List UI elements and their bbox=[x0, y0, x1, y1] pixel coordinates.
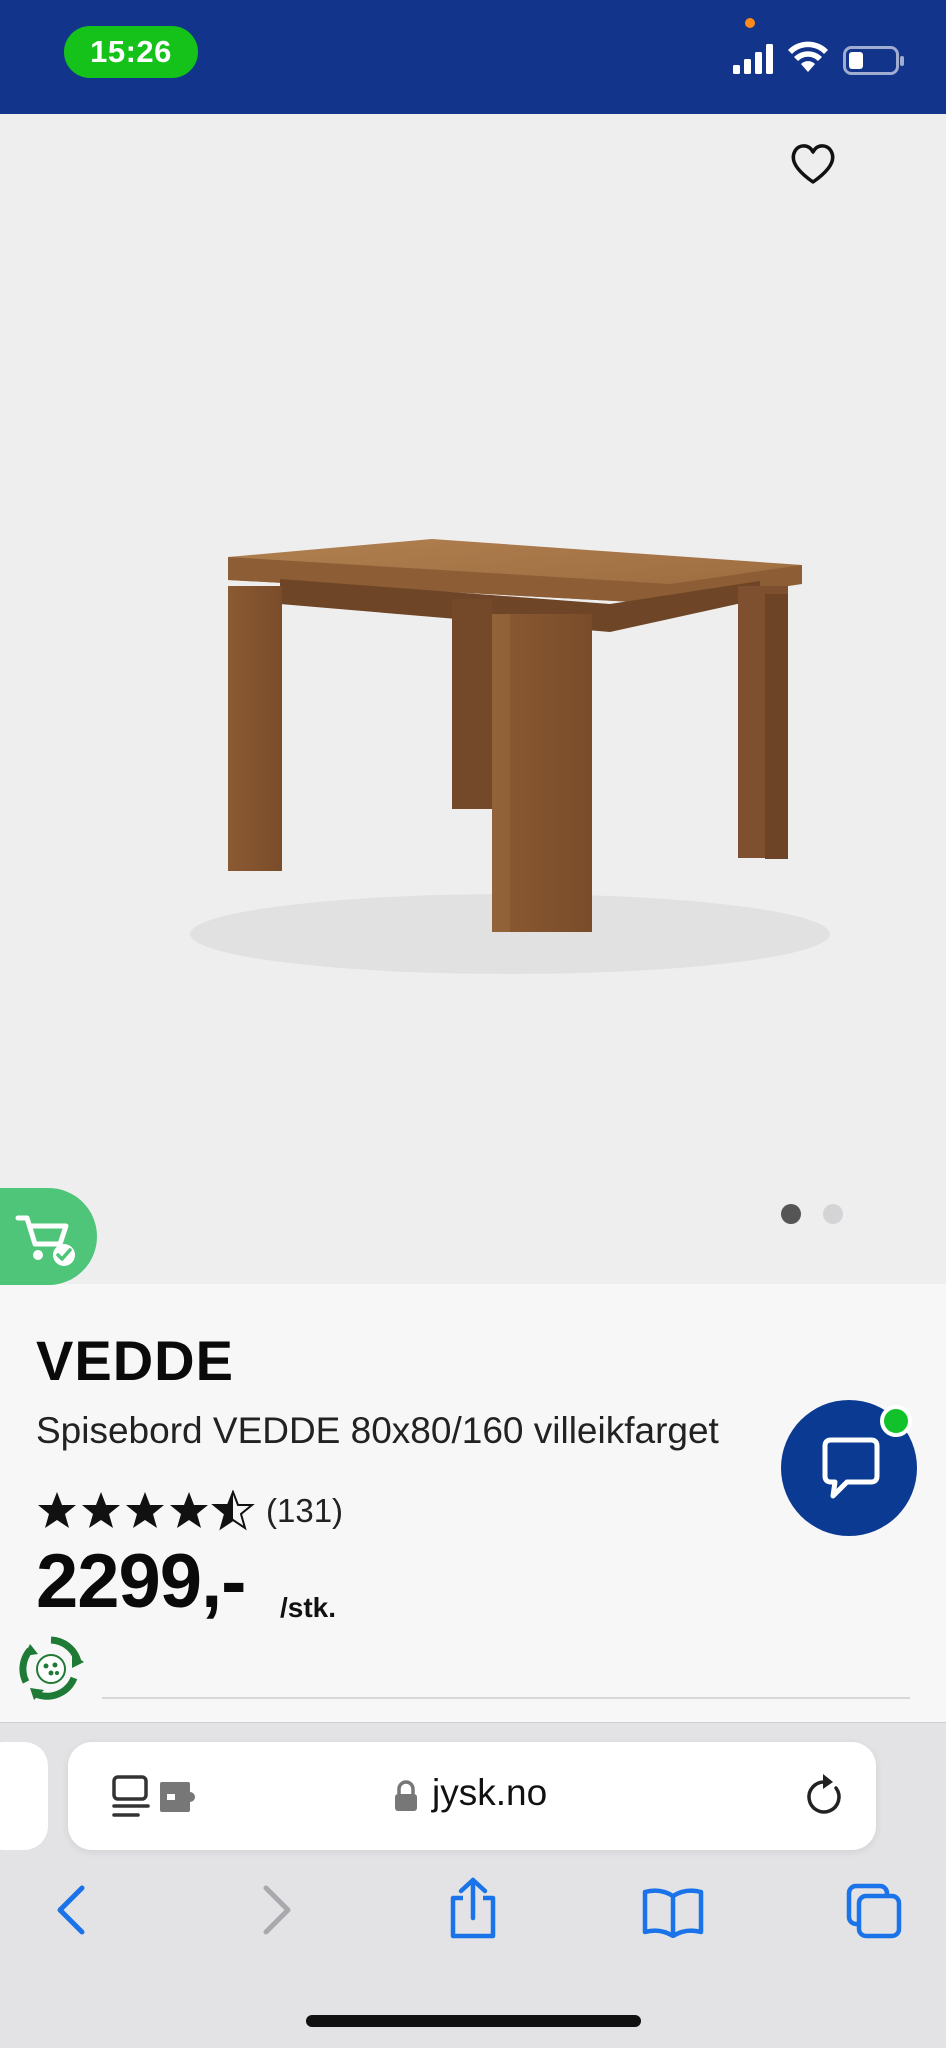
cart-badge-button[interactable] bbox=[0, 1188, 97, 1285]
share-icon[interactable] bbox=[446, 1876, 500, 1940]
section-divider bbox=[102, 1697, 910, 1699]
carousel-dot-2[interactable] bbox=[823, 1204, 843, 1224]
carousel-dot-1[interactable] bbox=[781, 1204, 801, 1224]
review-count[interactable]: (131) bbox=[266, 1492, 343, 1530]
chat-online-indicator bbox=[880, 1405, 912, 1437]
home-indicator bbox=[306, 2015, 641, 2027]
reader-mode-icon[interactable] bbox=[112, 1775, 152, 1819]
wishlist-button[interactable] bbox=[787, 138, 839, 190]
status-time: 15:26 bbox=[64, 26, 198, 78]
cart-check-icon bbox=[15, 1215, 75, 1266]
recycle-icon bbox=[19, 1636, 84, 1700]
product-price: 2299,- bbox=[36, 1539, 246, 1624]
forward-icon[interactable] bbox=[256, 1882, 296, 1938]
tabs-icon[interactable] bbox=[845, 1882, 903, 1940]
wifi-icon bbox=[788, 41, 828, 72]
heart-outline-icon bbox=[791, 144, 835, 184]
reload-icon[interactable] bbox=[805, 1772, 845, 1816]
battery-icon bbox=[843, 46, 904, 75]
star-icon bbox=[82, 1492, 120, 1528]
status-bar: 15:26 bbox=[0, 0, 946, 114]
previous-tab-peek[interactable] bbox=[0, 1742, 48, 1850]
address-domain[interactable]: jysk.no bbox=[432, 1772, 547, 1814]
price-unit: /stk. bbox=[280, 1592, 337, 1623]
lock-icon bbox=[395, 1780, 417, 1811]
cellular-signal-icon bbox=[733, 44, 773, 74]
star-icon bbox=[38, 1492, 76, 1528]
extension-icon[interactable] bbox=[158, 1780, 200, 1814]
rating-stars bbox=[38, 1490, 255, 1531]
star-icon bbox=[126, 1492, 164, 1528]
product-brand-title: VEDDE bbox=[36, 1329, 234, 1392]
product-image-gallery[interactable] bbox=[0, 114, 946, 1284]
back-icon[interactable] bbox=[52, 1882, 92, 1938]
privacy-indicator-dot bbox=[745, 18, 755, 28]
product-name: Spisebord VEDDE 80x80/160 villeikfarget bbox=[36, 1410, 719, 1451]
star-icon bbox=[170, 1492, 208, 1528]
product-image bbox=[190, 539, 830, 974]
half-star-icon bbox=[211, 1490, 255, 1531]
bookmarks-icon[interactable] bbox=[642, 1886, 704, 1938]
